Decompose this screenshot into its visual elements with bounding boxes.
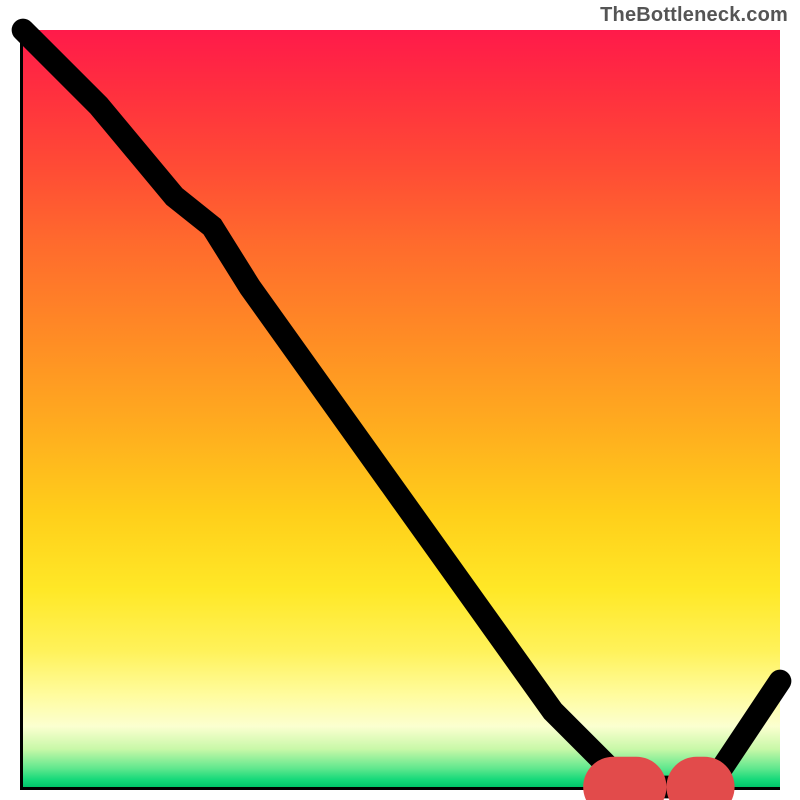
curve-layer — [23, 30, 780, 787]
watermark-text: TheBottleneck.com — [600, 4, 788, 27]
bottleneck-curve — [23, 30, 780, 787]
chart-wrap: TheBottleneck.com — [0, 0, 800, 800]
plot-area — [20, 30, 780, 790]
